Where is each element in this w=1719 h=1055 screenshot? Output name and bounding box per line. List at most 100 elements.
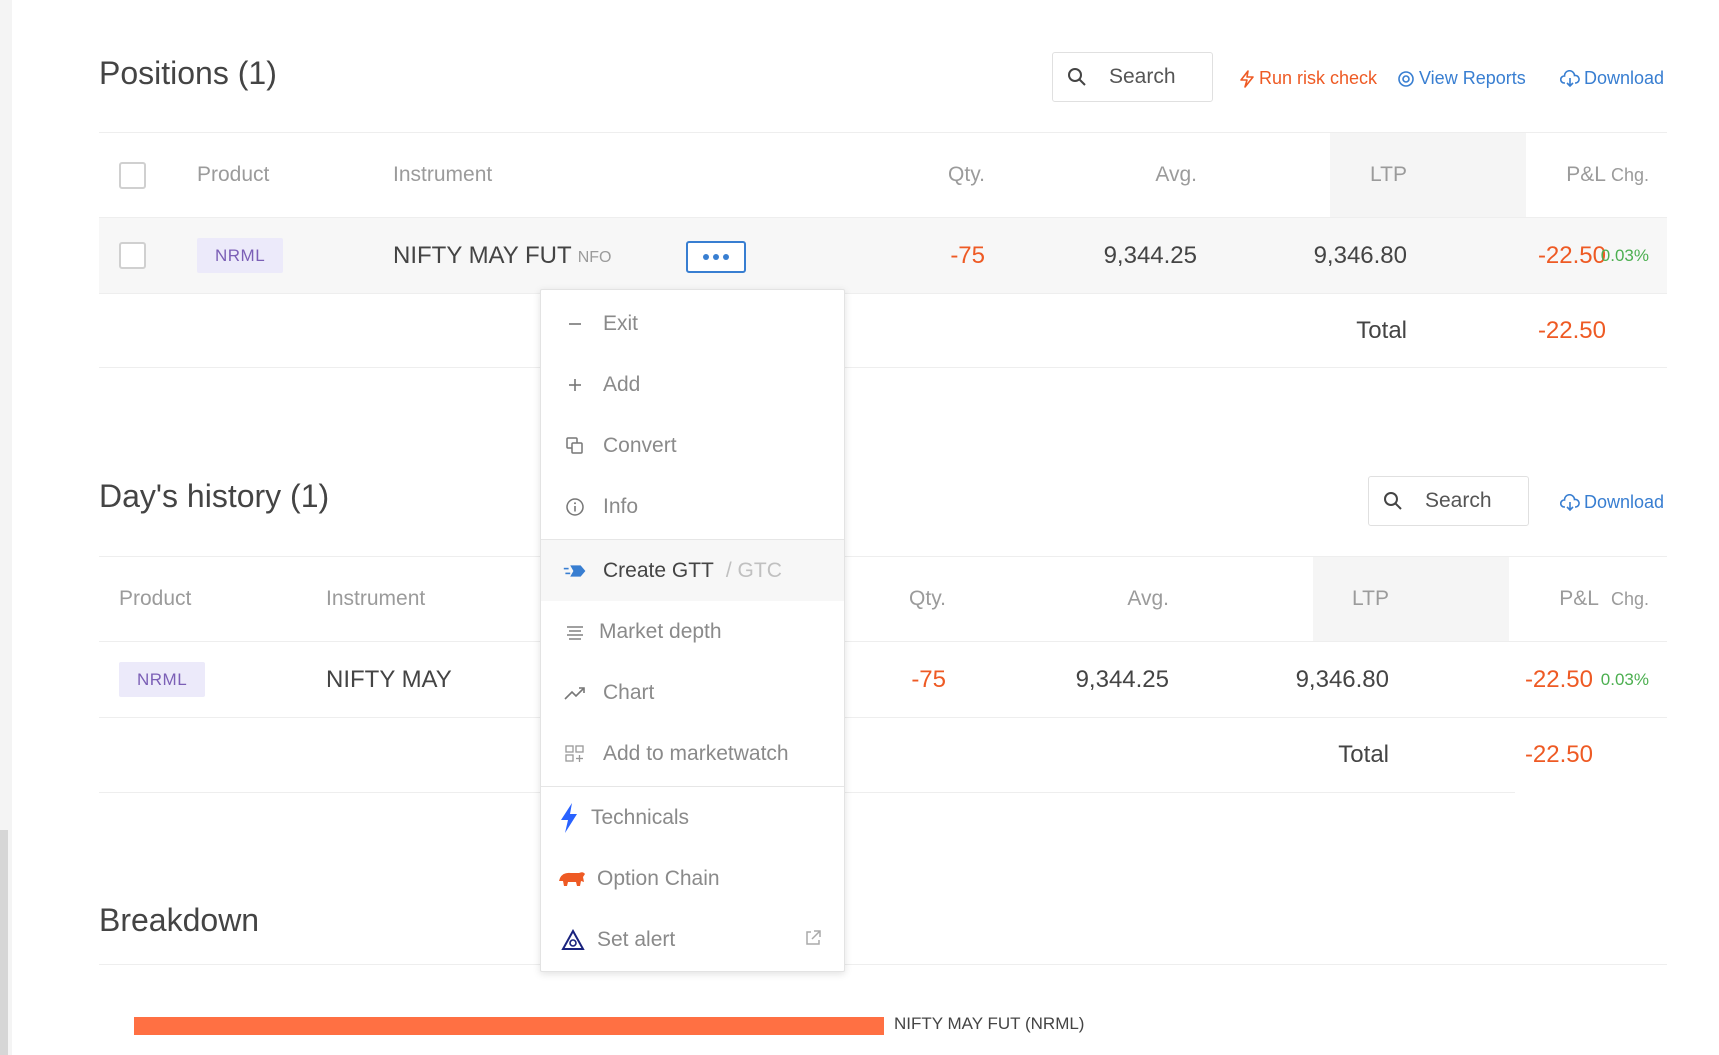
col-product[interactable]: Product — [197, 133, 269, 217]
col-product[interactable]: Product — [119, 557, 191, 641]
row-checkbox[interactable] — [119, 242, 146, 269]
history-download-link[interactable]: Download — [1560, 492, 1664, 513]
product-badge: NRML — [119, 662, 206, 697]
row-options-button[interactable] — [686, 241, 746, 273]
avg-cell: 9,344.25 — [1075, 665, 1169, 693]
scrollbar[interactable] — [0, 830, 8, 1055]
menu-item-label: Chart — [603, 680, 655, 704]
menu-item-label: Set alert — [597, 927, 676, 951]
qty-cell: -75 — [950, 241, 985, 269]
dot-icon — [713, 254, 719, 260]
alert-triangle-icon — [561, 928, 585, 952]
lightning-bolt-icon — [557, 802, 581, 833]
menu-item-exit[interactable]: Exit — [541, 293, 844, 354]
depth-lines-icon — [563, 620, 587, 644]
menu-item-label: Create GTT — [603, 558, 714, 582]
cloud-download-icon — [1560, 69, 1580, 87]
breakdown-title: Breakdown — [99, 902, 260, 938]
breakdown-bar-label: NIFTY MAY FUT (NRML) — [894, 1014, 1085, 1033]
menu-item-label: Add — [603, 372, 641, 396]
menu-item-label: Market depth — [599, 619, 722, 643]
positions-search-input[interactable] — [1109, 65, 1199, 89]
search-icon — [1068, 68, 1086, 86]
row-select-cell — [119, 218, 146, 293]
col-qty[interactable]: Qty. — [839, 133, 985, 217]
col-instrument[interactable]: Instrument — [393, 133, 492, 217]
col-avg[interactable]: Avg. — [999, 133, 1197, 217]
trend-line-icon — [563, 681, 587, 705]
dot-icon — [723, 254, 729, 260]
select-all-checkbox[interactable] — [119, 161, 146, 189]
menu-item-add-to-marketwatch[interactable]: Add to marketwatch — [541, 723, 844, 784]
positions-table-row[interactable]: NRML NIFTY MAY FUT NFO -75 9,344.25 9,34… — [99, 218, 1667, 294]
instrument-cell: NIFTY MAY — [326, 665, 452, 693]
menu-item-market-depth[interactable]: Market depth — [541, 601, 844, 662]
history-search-input[interactable] — [1425, 489, 1515, 513]
history-download-label: Download — [1584, 492, 1665, 512]
copy-icon — [563, 434, 587, 458]
view-reports-label: View Reports — [1419, 68, 1526, 88]
view-reports-link[interactable]: View Reports — [1397, 68, 1526, 89]
total-label: Total — [1356, 316, 1407, 344]
menu-item-set-alert[interactable]: Set alert — [541, 909, 844, 970]
chg-cell: 0.03% — [1600, 669, 1649, 689]
col-ltp[interactable]: LTP — [1209, 133, 1407, 217]
exchange-label: NFO — [577, 249, 612, 266]
menu-item-label: Info — [603, 494, 639, 518]
positions-title: Positions (1) — [99, 55, 277, 91]
plus-icon — [563, 373, 587, 397]
marketwatch-grid-icon — [563, 742, 587, 766]
positions-header-row: Product Instrument Qty. Avg. LTP P&L Chg… — [99, 132, 1667, 218]
col-avg[interactable]: Avg. — [969, 557, 1169, 641]
cloud-download-icon — [1560, 493, 1580, 511]
total-label: Total — [1338, 741, 1389, 768]
menu-item-label: Convert — [603, 433, 677, 457]
info-icon — [563, 495, 587, 519]
menu-item-create-gtt[interactable]: Create GTT / GTC — [541, 540, 844, 601]
total-value: -22.50 — [1537, 316, 1606, 344]
run-risk-check-link[interactable]: Run risk check — [1239, 68, 1377, 89]
menu-item-label: Exit — [603, 311, 639, 335]
menu-item-label: Technicals — [591, 805, 690, 829]
history-table-row[interactable]: NRML NIFTY MAY -75 9,344.25 9,346.80 -22… — [99, 642, 1667, 718]
external-link-icon — [804, 929, 822, 953]
history-title: Day's history (1) — [99, 478, 330, 514]
divider — [99, 964, 1667, 965]
left-edge-strip — [0, 0, 12, 1055]
positions-total-row: Total -22.50 — [99, 294, 1667, 368]
product-badge: NRML — [197, 238, 284, 273]
at-sign-icon — [1398, 70, 1414, 87]
menu-item-label: Option Chain — [597, 866, 720, 890]
col-instrument[interactable]: Instrument — [326, 557, 425, 641]
lightning-icon — [1240, 69, 1254, 88]
col-chg[interactable]: Chg. — [1549, 133, 1649, 217]
gtc-label: / GTC — [725, 558, 782, 582]
gtt-icon — [563, 559, 587, 583]
col-ltp[interactable]: LTP — [1189, 557, 1389, 641]
total-value: -22.50 — [1524, 741, 1593, 768]
main-content: Positions (1) Run risk check View Report… — [99, 0, 1669, 1055]
positions-download-link[interactable]: Download — [1560, 68, 1664, 89]
menu-item-option-chain[interactable]: Option Chain — [541, 848, 844, 909]
history-search[interactable] — [1368, 476, 1529, 526]
menu-item-label: Add to marketwatch — [603, 741, 789, 765]
chg-cell: 0.03% — [1600, 245, 1649, 265]
breakdown-bar — [134, 1017, 884, 1035]
run-risk-check-label: Run risk check — [1259, 68, 1378, 88]
menu-item-chart[interactable]: Chart — [541, 662, 844, 723]
ltp-cell: 9,346.80 — [1313, 241, 1407, 269]
menu-item-convert[interactable]: Convert — [541, 415, 844, 476]
product-cell: NRML — [119, 642, 206, 717]
history-total-row: Total -22.50 — [99, 718, 1667, 792]
minus-icon — [563, 312, 587, 336]
menu-item-add[interactable]: Add — [541, 354, 844, 415]
row-context-menu: Exit Add Convert Info Create GTT / GTC M… — [540, 289, 845, 972]
positions-search[interactable] — [1052, 52, 1213, 102]
menu-item-technicals[interactable]: Technicals — [541, 787, 844, 848]
history-header-row: Product Instrument Qty. Avg. LTP P&L Chg… — [99, 556, 1667, 642]
col-chg[interactable]: Chg. — [1549, 557, 1649, 641]
search-icon — [1384, 492, 1402, 510]
product-cell: NRML — [197, 218, 284, 293]
menu-item-info[interactable]: Info — [541, 476, 844, 537]
positions-download-label: Download — [1584, 68, 1665, 88]
